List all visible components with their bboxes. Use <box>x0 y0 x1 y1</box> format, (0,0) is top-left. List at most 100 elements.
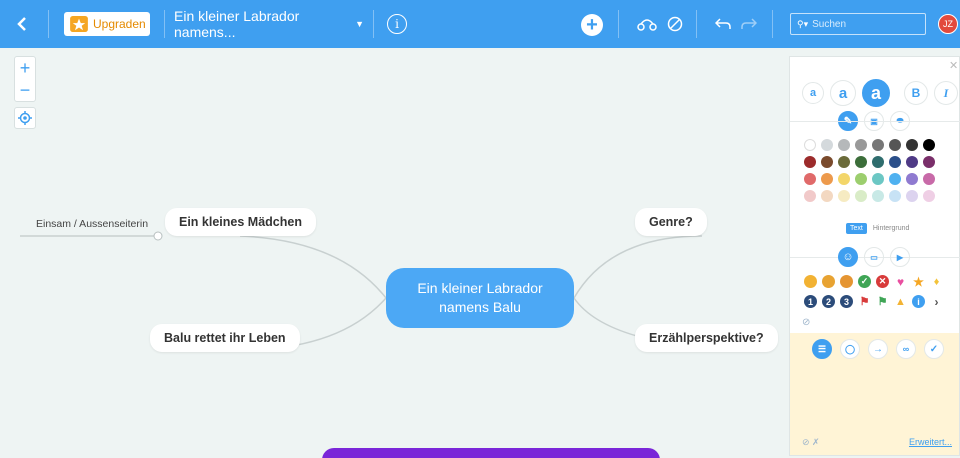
info-circle-icon[interactable]: i <box>912 295 925 308</box>
happy-face-icon[interactable] <box>804 275 817 288</box>
central-topic-line: namens Balu <box>439 299 521 315</box>
zoom-out-button[interactable]: − <box>15 79 35 101</box>
color-swatch[interactable] <box>804 173 816 185</box>
color-row <box>804 190 940 202</box>
font-size-label: a <box>809 87 817 99</box>
icon-row-1: ✓ ✕ ♥ ★ ♦ <box>804 275 948 289</box>
color-swatch[interactable] <box>889 139 901 151</box>
topic-node[interactable]: Genre? <box>635 208 707 236</box>
reset-icon[interactable]: ⊘ ✗ <box>802 437 820 448</box>
color-swatch[interactable] <box>855 173 867 185</box>
center-map-button[interactable] <box>14 107 36 129</box>
color-swatch[interactable] <box>804 139 816 151</box>
font-size-large-button[interactable]: a <box>862 79 890 107</box>
color-swatch[interactable] <box>906 173 918 185</box>
color-swatch[interactable] <box>872 139 884 151</box>
color-swatch[interactable] <box>821 190 833 202</box>
color-swatch[interactable] <box>906 156 918 168</box>
checkmark-icon: ✓ <box>929 343 939 355</box>
close-icon[interactable]: ✕ <box>949 59 958 72</box>
color-swatch[interactable] <box>889 173 901 185</box>
neutral-face-icon[interactable] <box>822 275 835 288</box>
color-swatch[interactable] <box>821 173 833 185</box>
emoji-tab-button[interactable]: ☺ <box>838 247 858 267</box>
color-swatch[interactable] <box>906 139 918 151</box>
color-target-tabs: Text Hintergrund <box>846 223 909 234</box>
number-three-icon[interactable]: 3 <box>840 295 853 308</box>
color-swatch[interactable] <box>855 156 867 168</box>
heart-icon[interactable]: ♥ <box>894 275 907 289</box>
text-type-button[interactable]: ☰ <box>812 339 832 359</box>
color-swatch[interactable] <box>872 190 884 202</box>
icon-row-2: 1 2 3 ⚑ ⚑ ▲ i › <box>804 295 948 309</box>
link-arrow-button[interactable]: → <box>868 339 888 359</box>
collapse-handle[interactable] <box>153 231 163 241</box>
image-tab-button[interactable]: ▭ <box>864 247 884 267</box>
central-topic-node[interactable]: Ein kleiner Labrador namens Balu <box>386 268 574 328</box>
check-circle-icon[interactable]: ✓ <box>858 275 871 288</box>
zoom-in-button[interactable]: + <box>15 57 35 79</box>
chevron-right-icon[interactable]: › <box>930 295 943 309</box>
green-flag-icon[interactable]: ⚑ <box>876 295 889 308</box>
font-size-medium-button[interactable]: a <box>830 80 856 106</box>
warning-icon[interactable]: ▲ <box>894 295 907 308</box>
zoom-controls: + − <box>14 56 36 102</box>
remove-icon-button[interactable]: ⊘ <box>802 317 810 328</box>
color-swatch[interactable] <box>923 190 935 202</box>
font-size-small-button[interactable]: a <box>802 82 824 104</box>
color-swatch[interactable] <box>923 139 935 151</box>
video-tab-button[interactable]: ▶ <box>890 247 910 267</box>
font-size-label: a <box>870 82 881 103</box>
color-swatch[interactable] <box>923 173 935 185</box>
color-swatch[interactable] <box>838 190 850 202</box>
topic-node[interactable]: Erzählperspektive? <box>635 324 778 352</box>
topic-node[interactable]: Ein kleines Mädchen <box>165 208 316 236</box>
link-icon: ∞ <box>902 344 910 354</box>
color-swatch[interactable] <box>804 190 816 202</box>
speech-bubble-icon: ◯ <box>844 343 856 354</box>
red-flag-icon[interactable]: ⚑ <box>858 295 871 308</box>
color-swatch[interactable] <box>906 190 918 202</box>
font-size-label: a <box>838 84 848 102</box>
number-two-icon[interactable]: 2 <box>822 295 835 308</box>
star-icon[interactable]: ★ <box>912 275 925 289</box>
advanced-link[interactable]: Erweitert... <box>909 437 952 448</box>
color-row <box>804 156 940 168</box>
crosshair-icon <box>18 111 32 125</box>
tab-text-color[interactable]: Text <box>846 223 867 234</box>
sad-face-icon[interactable] <box>840 275 853 288</box>
bottom-banner[interactable] <box>322 448 660 458</box>
image-icon: ▭ <box>870 252 878 262</box>
color-swatch[interactable] <box>889 156 901 168</box>
lightbulb-icon[interactable]: ♦ <box>930 275 943 288</box>
color-swatch[interactable] <box>889 190 901 202</box>
color-swatch[interactable] <box>872 173 884 185</box>
tab-background-color[interactable]: Hintergrund <box>873 225 910 232</box>
topic-node[interactable]: Balu rettet ihr Leben <box>150 324 300 352</box>
color-swatch[interactable] <box>821 139 833 151</box>
smiley-icon: ☺ <box>842 251 854 263</box>
color-swatch[interactable] <box>821 156 833 168</box>
panel-footer: ⊘ ✗ Erweitert... <box>802 437 952 448</box>
leaf-node[interactable]: Einsam / Aussenseiterin <box>36 218 148 230</box>
italic-button[interactable]: I <box>934 81 958 105</box>
link-line <box>573 235 703 299</box>
comment-button[interactable]: ◯ <box>840 339 860 359</box>
cross-circle-icon[interactable]: ✕ <box>876 275 889 288</box>
format-panel: ✕ a a a B I ✎ ▣ ⬬ Text Hintergrund ☺ ▭ ▶… <box>789 56 960 456</box>
italic-label: I <box>943 85 949 100</box>
color-swatch[interactable] <box>855 139 867 151</box>
task-button[interactable]: ✓ <box>924 339 944 359</box>
color-swatch[interactable] <box>838 173 850 185</box>
color-swatch[interactable] <box>838 156 850 168</box>
color-row <box>804 139 940 151</box>
color-swatch[interactable] <box>872 156 884 168</box>
bold-button[interactable]: B <box>904 81 928 105</box>
attach-link-button[interactable]: ∞ <box>896 339 916 359</box>
color-swatch[interactable] <box>855 190 867 202</box>
color-swatch[interactable] <box>838 139 850 151</box>
number-one-icon[interactable]: 1 <box>804 295 817 308</box>
color-swatch[interactable] <box>923 156 935 168</box>
color-swatch[interactable] <box>804 156 816 168</box>
color-row <box>804 173 940 185</box>
